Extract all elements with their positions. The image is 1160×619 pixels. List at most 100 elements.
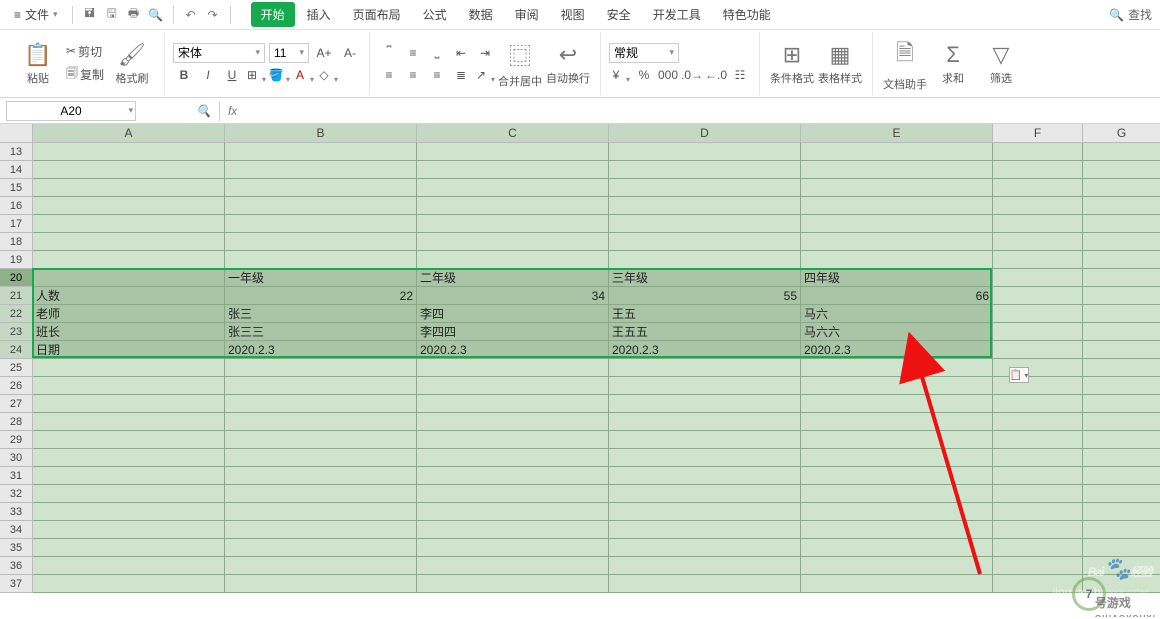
cell-F24[interactable] bbox=[993, 341, 1083, 359]
cell-G27[interactable] bbox=[1083, 395, 1160, 413]
cell-B23[interactable]: 张三三 bbox=[225, 323, 417, 341]
print-preview-icon[interactable]: 🔍 bbox=[147, 6, 165, 24]
cell-D22[interactable]: 王五 bbox=[609, 305, 801, 323]
cell-C13[interactable] bbox=[417, 143, 609, 161]
paste-options-button[interactable]: 📋 bbox=[1009, 367, 1029, 383]
cell-F31[interactable] bbox=[993, 467, 1083, 485]
cell-G19[interactable] bbox=[1083, 251, 1160, 269]
cell-F33[interactable] bbox=[993, 503, 1083, 521]
cell-F17[interactable] bbox=[993, 215, 1083, 233]
redo-icon[interactable]: ↷ bbox=[204, 6, 222, 24]
cell-G32[interactable] bbox=[1083, 485, 1160, 503]
cell-B29[interactable] bbox=[225, 431, 417, 449]
cell-E23[interactable]: 马六六 bbox=[801, 323, 993, 341]
tab-formula[interactable]: 公式 bbox=[413, 2, 457, 27]
col-header-E[interactable]: E bbox=[801, 124, 993, 143]
cell-F35[interactable] bbox=[993, 539, 1083, 557]
cell-E16[interactable] bbox=[801, 197, 993, 215]
font-effects-button[interactable]: ◇ bbox=[317, 65, 339, 85]
tab-feature[interactable]: 特色功能 bbox=[713, 2, 781, 27]
cell-A31[interactable] bbox=[33, 467, 225, 485]
cell-B28[interactable] bbox=[225, 413, 417, 431]
cell-A22[interactable]: 老师 bbox=[33, 305, 225, 323]
cell-A35[interactable] bbox=[33, 539, 225, 557]
cell-C18[interactable] bbox=[417, 233, 609, 251]
cell-A17[interactable] bbox=[33, 215, 225, 233]
cell-B21[interactable]: 22 bbox=[225, 287, 417, 305]
cell-E32[interactable] bbox=[801, 485, 993, 503]
cell-D33[interactable] bbox=[609, 503, 801, 521]
cell-G17[interactable] bbox=[1083, 215, 1160, 233]
cell-D35[interactable] bbox=[609, 539, 801, 557]
cell-D23[interactable]: 王五五 bbox=[609, 323, 801, 341]
cell-B15[interactable] bbox=[225, 179, 417, 197]
cell-A36[interactable] bbox=[33, 557, 225, 575]
row-header-29[interactable]: 29 bbox=[0, 431, 33, 449]
cell-E21[interactable]: 66 bbox=[801, 287, 993, 305]
row-header-35[interactable]: 35 bbox=[0, 539, 33, 557]
col-header-F[interactable]: F bbox=[993, 124, 1083, 143]
cell-D30[interactable] bbox=[609, 449, 801, 467]
cell-E36[interactable] bbox=[801, 557, 993, 575]
row-header-21[interactable]: 21 bbox=[0, 287, 33, 305]
row-header-25[interactable]: 25 bbox=[0, 359, 33, 377]
cell-D36[interactable] bbox=[609, 557, 801, 575]
row-header-15[interactable]: 15 bbox=[0, 179, 33, 197]
cell-F13[interactable] bbox=[993, 143, 1083, 161]
cell-D29[interactable] bbox=[609, 431, 801, 449]
cell-E37[interactable] bbox=[801, 575, 993, 593]
cell-G20[interactable] bbox=[1083, 269, 1160, 287]
cell-A24[interactable]: 日期 bbox=[33, 341, 225, 359]
row-header-22[interactable]: 22 bbox=[0, 305, 33, 323]
comma-button[interactable]: 000 bbox=[657, 65, 679, 85]
cell-G26[interactable] bbox=[1083, 377, 1160, 395]
cell-B22[interactable]: 张三 bbox=[225, 305, 417, 323]
row-header-28[interactable]: 28 bbox=[0, 413, 33, 431]
cell-B20[interactable]: 一年级 bbox=[225, 269, 417, 287]
currency-button[interactable]: ¥ bbox=[609, 65, 631, 85]
halign-center-button[interactable]: ≡ bbox=[402, 65, 424, 85]
tab-devtools[interactable]: 开发工具 bbox=[643, 2, 711, 27]
cell-C29[interactable] bbox=[417, 431, 609, 449]
cell-B13[interactable] bbox=[225, 143, 417, 161]
paste-button[interactable]: 📋 粘贴 bbox=[14, 42, 62, 86]
tab-layout[interactable]: 页面布局 bbox=[343, 2, 411, 27]
cell-D18[interactable] bbox=[609, 233, 801, 251]
cell-B17[interactable] bbox=[225, 215, 417, 233]
cell-D14[interactable] bbox=[609, 161, 801, 179]
cell-E20[interactable]: 四年级 bbox=[801, 269, 993, 287]
col-header-A[interactable]: A bbox=[33, 124, 225, 143]
cell-B36[interactable] bbox=[225, 557, 417, 575]
cell-A13[interactable] bbox=[33, 143, 225, 161]
cell-A20[interactable] bbox=[33, 269, 225, 287]
cell-C19[interactable] bbox=[417, 251, 609, 269]
cell-G23[interactable] bbox=[1083, 323, 1160, 341]
cell-E19[interactable] bbox=[801, 251, 993, 269]
cell-A28[interactable] bbox=[33, 413, 225, 431]
cell-F16[interactable] bbox=[993, 197, 1083, 215]
row-header-19[interactable]: 19 bbox=[0, 251, 33, 269]
cell-E34[interactable] bbox=[801, 521, 993, 539]
cell-E18[interactable] bbox=[801, 233, 993, 251]
row-header-14[interactable]: 14 bbox=[0, 161, 33, 179]
cell-E13[interactable] bbox=[801, 143, 993, 161]
indent-dec-button[interactable]: ⇤ bbox=[450, 43, 472, 63]
cell-C20[interactable]: 二年级 bbox=[417, 269, 609, 287]
cell-D32[interactable] bbox=[609, 485, 801, 503]
doc-helper-button[interactable]: 🗎 文档助手 bbox=[881, 36, 929, 92]
cell-D15[interactable] bbox=[609, 179, 801, 197]
cell-C22[interactable]: 李四 bbox=[417, 305, 609, 323]
zoom-icon[interactable]: 🔍 bbox=[196, 104, 211, 118]
cell-A23[interactable]: 班长 bbox=[33, 323, 225, 341]
cell-F28[interactable] bbox=[993, 413, 1083, 431]
cell-A27[interactable] bbox=[33, 395, 225, 413]
cell-G33[interactable] bbox=[1083, 503, 1160, 521]
cell-D19[interactable] bbox=[609, 251, 801, 269]
cell-B19[interactable] bbox=[225, 251, 417, 269]
tab-start[interactable]: 开始 bbox=[251, 2, 295, 27]
cell-E24[interactable]: 2020.2.3 bbox=[801, 341, 993, 359]
cell-A37[interactable] bbox=[33, 575, 225, 593]
cell-A14[interactable] bbox=[33, 161, 225, 179]
font-color-button[interactable]: A bbox=[293, 65, 315, 85]
row-header-26[interactable]: 26 bbox=[0, 377, 33, 395]
